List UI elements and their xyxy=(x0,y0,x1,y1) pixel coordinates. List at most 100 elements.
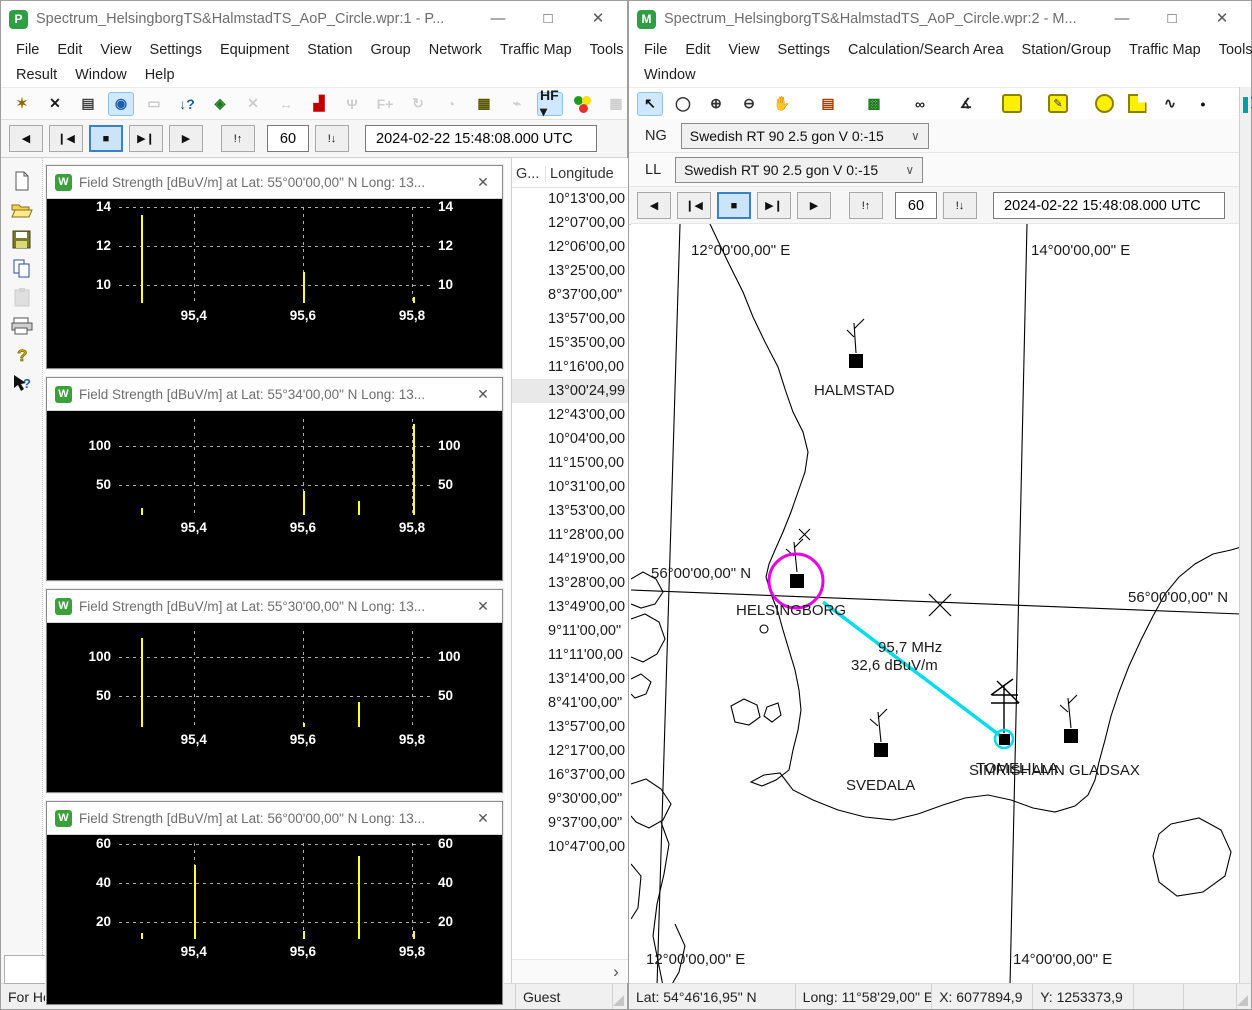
menu-item-file[interactable]: File xyxy=(7,40,48,60)
longitude-row[interactable]: 15°35'00,00 xyxy=(512,331,629,355)
menu-item-help[interactable]: Help xyxy=(136,65,184,85)
monitor-eye-icon[interactable]: ◉ xyxy=(108,92,134,116)
longitude-row[interactable]: 11°15'00,00 xyxy=(512,451,629,475)
longitude-row[interactable]: 12°06'00,00 xyxy=(512,235,629,259)
pan-hand-icon[interactable]: ✋ xyxy=(769,92,795,116)
menu-item-edit[interactable]: Edit xyxy=(48,40,91,60)
longitude-row[interactable]: 13°53'00,00 xyxy=(512,499,629,523)
longitude-row[interactable]: 9°30'00,00" xyxy=(512,787,629,811)
menu-item-result[interactable]: Result xyxy=(7,65,66,85)
status-balls-icon[interactable] xyxy=(570,92,596,116)
network-station-icon[interactable]: ◈ xyxy=(207,92,233,116)
zoom-in-icon[interactable]: ⊕ xyxy=(703,92,729,116)
station-tomelilla[interactable] xyxy=(999,734,1010,745)
resize-grip-icon[interactable] xyxy=(613,995,624,1006)
ng-projection-select[interactable]: Swedish RT 90 2.5 gon V 0:-15 ∨ xyxy=(681,123,929,149)
properties-icon[interactable]: ▤ xyxy=(75,92,101,116)
zoom-out-icon[interactable]: ⊖ xyxy=(736,92,762,116)
menu-item-settings[interactable]: Settings xyxy=(769,40,839,60)
interval-field[interactable]: 60 xyxy=(895,192,937,219)
select-arrow-icon[interactable]: ↖ xyxy=(637,92,663,116)
menu-item-settings[interactable]: Settings xyxy=(141,40,211,60)
raise-interval-button[interactable]: !↑ xyxy=(849,192,883,219)
skip-end-button[interactable]: ▶❙ xyxy=(129,125,163,152)
longitude-row[interactable]: 13°00'24,99 xyxy=(512,379,629,403)
ll-projection-select[interactable]: Swedish RT 90 2.5 gon V 0:-15 ∨ xyxy=(675,157,923,183)
longitude-row[interactable]: 13°14'00,00 xyxy=(512,667,629,691)
schedule-icon[interactable]: ▦ xyxy=(471,92,497,116)
ruler-icon[interactable]: ▤ xyxy=(815,92,841,116)
menu-item-traffic-map[interactable]: Traffic Map xyxy=(491,40,581,60)
step-back-button[interactable]: ◀ xyxy=(9,125,43,152)
play-button[interactable]: ▶ xyxy=(169,125,203,152)
lower-interval-button[interactable]: !↓ xyxy=(943,192,977,219)
menu-item-tools[interactable]: Tools xyxy=(1210,40,1252,60)
map-canvas[interactable]: 12°00'00,00" E14°00'00,00" E56°00'00,00"… xyxy=(631,223,1241,985)
close-button[interactable]: ✕ xyxy=(577,1,619,37)
delete-icon[interactable]: ✕ xyxy=(42,92,68,116)
stop-button[interactable]: ■ xyxy=(717,192,751,219)
new-file-icon[interactable] xyxy=(10,170,34,192)
lower-interval-button[interactable]: !↓ xyxy=(315,125,349,152)
scroll-right-icon[interactable]: › xyxy=(603,962,629,982)
longitude-row[interactable]: 13°25'00,00 xyxy=(512,259,629,283)
azimuth-measure-icon[interactable]: ∡ xyxy=(953,92,979,116)
longitude-row[interactable]: 8°41'00,00" xyxy=(512,691,629,715)
maximize-button[interactable]: □ xyxy=(527,1,569,37)
context-help-icon[interactable]: ? xyxy=(10,373,34,395)
polyline-icon[interactable]: ∿ xyxy=(1157,92,1183,116)
minimize-button[interactable]: — xyxy=(1101,1,1143,37)
column-header-g[interactable]: G... xyxy=(512,166,546,182)
wizard-icon[interactable]: ✶ xyxy=(9,92,35,116)
polygon-area-icon[interactable] xyxy=(1124,92,1150,116)
longitude-row[interactable]: 10°13'00,00 xyxy=(512,187,629,211)
longitude-row[interactable]: 8°37'00,00" xyxy=(512,283,629,307)
close-icon[interactable]: ✕ xyxy=(472,810,494,827)
menu-item-calculation-search-area[interactable]: Calculation/Search Area xyxy=(839,40,1013,60)
menu-item-window[interactable]: Window xyxy=(635,65,705,85)
longitude-row[interactable]: 11°28'00,00 xyxy=(512,523,629,547)
longitude-row[interactable]: 10°47'00,00 xyxy=(512,835,629,859)
longitude-row[interactable]: 12°07'00,00 xyxy=(512,211,629,235)
step-back-button[interactable]: ◀ xyxy=(637,192,671,219)
longitude-row[interactable]: 13°28'00,00 xyxy=(512,571,629,595)
menu-item-view[interactable]: View xyxy=(91,40,140,60)
save-icon[interactable] xyxy=(10,228,34,250)
station-svedala[interactable] xyxy=(874,743,888,757)
skip-end-button[interactable]: ▶❙ xyxy=(757,192,791,219)
zoom-window-icon[interactable]: ◯ xyxy=(670,92,696,116)
open-folder-icon[interactable] xyxy=(10,199,34,221)
station-simrishamn-gladsax[interactable] xyxy=(1064,729,1078,743)
longitude-row[interactable]: 14°19'00,00 xyxy=(512,547,629,571)
longitude-row[interactable]: 12°43'00,00 xyxy=(512,403,629,427)
map-settings-icon[interactable]: ▩ xyxy=(861,92,887,116)
longitude-row[interactable]: 9°11'00,00" xyxy=(512,619,629,643)
longitude-row[interactable]: 11°16'00,00 xyxy=(512,355,629,379)
close-icon[interactable]: ✕ xyxy=(472,386,494,403)
menu-item-view[interactable]: View xyxy=(719,40,768,60)
search-area-rect-icon[interactable] xyxy=(999,92,1025,116)
longitude-row[interactable]: 13°49'00,00 xyxy=(512,595,629,619)
longitude-row[interactable]: 11°11'00,00 xyxy=(512,643,629,667)
menu-item-traffic-map[interactable]: Traffic Map xyxy=(1120,40,1210,60)
raise-interval-button[interactable]: !↑ xyxy=(221,125,255,152)
copy-icon[interactable] xyxy=(10,257,34,279)
menu-item-file[interactable]: File xyxy=(635,40,676,60)
edit-area-icon[interactable]: ✎ xyxy=(1045,92,1071,116)
station-helsingborg[interactable] xyxy=(790,574,804,588)
longitude-row[interactable]: 9°37'00,00" xyxy=(512,811,629,835)
menu-item-group[interactable]: Group xyxy=(361,40,419,60)
menu-item-tools[interactable]: Tools xyxy=(581,40,633,60)
skip-start-button[interactable]: ❙◀ xyxy=(49,125,83,152)
interval-field[interactable]: 60 xyxy=(267,125,309,152)
datetime-field[interactable]: 2024-02-22 15:48:08.000 UTC xyxy=(993,192,1225,219)
longitude-row[interactable]: 13°57'00,00 xyxy=(512,307,629,331)
menu-item-window[interactable]: Window xyxy=(66,65,136,85)
maximize-button[interactable]: □ xyxy=(1151,1,1193,37)
horizontal-scrollbar[interactable]: › xyxy=(512,959,629,983)
longitude-row[interactable]: 12°17'00,00 xyxy=(512,739,629,763)
longitude-row[interactable]: 10°04'00,00 xyxy=(512,427,629,451)
sort-results-icon[interactable]: ↓? xyxy=(174,92,200,116)
station-halmstad[interactable] xyxy=(849,354,863,368)
hf-mode-button[interactable]: HF ▾ xyxy=(537,92,563,116)
